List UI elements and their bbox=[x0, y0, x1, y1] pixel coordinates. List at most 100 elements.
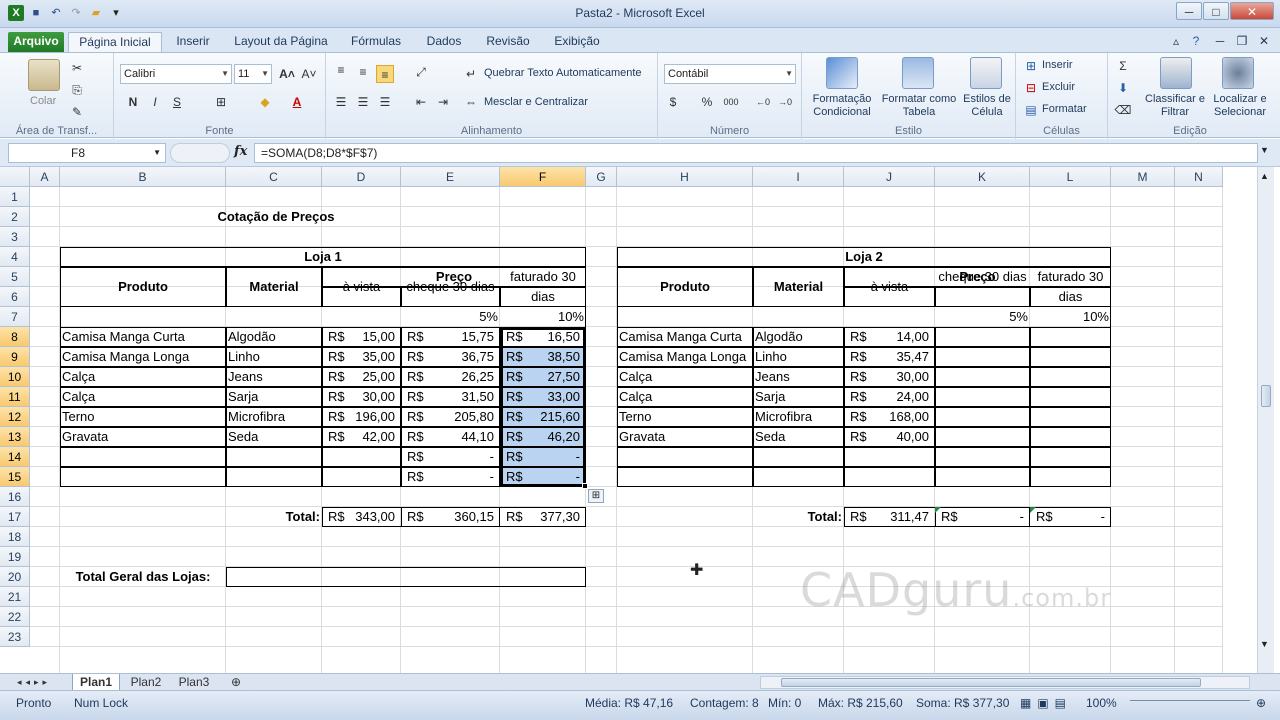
paste-button[interactable]: Colar bbox=[30, 95, 56, 107]
minimize-button[interactable]: ─ bbox=[1176, 2, 1202, 20]
row-header-10[interactable]: 10 bbox=[0, 367, 30, 387]
tab-pagina-inicial[interactable]: Página Inicial bbox=[68, 32, 162, 52]
merge-center-button[interactable]: Mesclar e Centralizar bbox=[484, 96, 588, 108]
currency-format-icon[interactable]: $ bbox=[664, 93, 682, 111]
column-header-a[interactable]: A bbox=[30, 167, 60, 187]
close-button[interactable]: ✕ bbox=[1230, 2, 1274, 20]
row-header-8[interactable]: 8 bbox=[0, 327, 30, 347]
clear-icon[interactable]: ⌫ bbox=[1114, 101, 1132, 119]
sheet-tab-plan2[interactable]: Plan2 bbox=[124, 674, 168, 691]
row-header-17[interactable]: 17 bbox=[0, 507, 30, 527]
row-header-23[interactable]: 23 bbox=[0, 627, 30, 647]
row-header-1[interactable]: 1 bbox=[0, 187, 30, 207]
underline-button[interactable]: S bbox=[168, 93, 186, 111]
decrease-decimal-icon[interactable]: →0 bbox=[776, 93, 794, 111]
align-top-icon[interactable]: ≡ bbox=[332, 61, 350, 79]
expand-formula-icon[interactable]: ▼ bbox=[1260, 145, 1269, 155]
column-header-b[interactable]: B bbox=[60, 167, 226, 187]
row-header-16[interactable]: 16 bbox=[0, 487, 30, 507]
tab-arquivo[interactable]: Arquivo bbox=[8, 32, 64, 52]
font-color-icon[interactable]: A bbox=[288, 93, 306, 111]
paste-icon[interactable] bbox=[28, 59, 60, 91]
format-painter-icon[interactable]: ✎ bbox=[68, 103, 86, 121]
find-select-icon[interactable] bbox=[1222, 57, 1254, 89]
fill-color-icon[interactable]: ◆ bbox=[256, 93, 274, 111]
format-table-icon[interactable] bbox=[902, 57, 934, 89]
increase-indent-icon[interactable]: ⇥ bbox=[434, 93, 452, 111]
row-header-6[interactable]: 6 bbox=[0, 287, 30, 307]
conditional-format-button[interactable]: Formatação Condicional bbox=[808, 93, 876, 119]
insert-cells-icon[interactable]: ⊞ bbox=[1022, 57, 1040, 75]
orientation-icon[interactable]: ⤢ bbox=[412, 63, 430, 81]
doc-minimize-icon[interactable]: ─ bbox=[1210, 32, 1230, 52]
maximize-button[interactable]: □ bbox=[1203, 2, 1229, 20]
font-size-select[interactable]: 11 ▼ bbox=[234, 64, 272, 84]
zoom-in-icon[interactable]: ⊕ bbox=[1256, 696, 1266, 710]
row-header-20[interactable]: 20 bbox=[0, 567, 30, 587]
scroll-down-icon[interactable]: ▼ bbox=[1260, 639, 1269, 649]
column-header-h[interactable]: H bbox=[617, 167, 753, 187]
cut-icon[interactable]: ✂ bbox=[68, 59, 86, 77]
copy-icon[interactable]: ⎘ bbox=[68, 81, 86, 99]
fill-icon[interactable]: ⬇ bbox=[1114, 79, 1132, 97]
bold-button[interactable]: N bbox=[124, 93, 142, 111]
align-right-icon[interactable]: ☰ bbox=[376, 93, 394, 111]
select-all-corner[interactable] bbox=[0, 167, 30, 187]
tab-layout-pagina[interactable]: Layout da Página bbox=[228, 32, 334, 52]
autosum-icon[interactable]: Σ bbox=[1114, 57, 1132, 75]
italic-button[interactable]: I bbox=[146, 93, 164, 111]
tab-exibicao[interactable]: Exibição bbox=[546, 32, 608, 52]
borders-icon[interactable]: ⊞ bbox=[212, 93, 230, 111]
grow-font-icon[interactable]: A˄ bbox=[278, 65, 296, 83]
align-center-icon[interactable]: ☰ bbox=[354, 93, 372, 111]
align-bottom-icon[interactable]: ≡ bbox=[376, 65, 394, 83]
sheet-tab-plan1[interactable]: Plan1 bbox=[72, 674, 120, 691]
help-icon[interactable]: ? bbox=[1186, 32, 1206, 52]
column-header-i[interactable]: I bbox=[753, 167, 844, 187]
formula-input[interactable]: =SOMA(D8;D8*$F$7) bbox=[254, 143, 1258, 163]
row-header-3[interactable]: 3 bbox=[0, 227, 30, 247]
row-header-7[interactable]: 7 bbox=[0, 307, 30, 327]
vertical-scroll-thumb[interactable] bbox=[1261, 385, 1271, 407]
sheet-nav-icon[interactable]: ◂◂▸▸ bbox=[4, 674, 64, 691]
zoom-level[interactable]: 100% bbox=[1086, 696, 1117, 710]
column-header-l[interactable]: L bbox=[1030, 167, 1111, 187]
row-header-22[interactable]: 22 bbox=[0, 607, 30, 627]
conditional-format-icon[interactable] bbox=[826, 57, 858, 89]
column-header-j[interactable]: J bbox=[844, 167, 935, 187]
format-cells-button[interactable]: Formatar bbox=[1042, 103, 1087, 115]
delete-cells-icon[interactable]: ⊟ bbox=[1022, 79, 1040, 97]
horizontal-scroll-thumb[interactable] bbox=[781, 678, 1201, 687]
delete-cells-button[interactable]: Excluir bbox=[1042, 81, 1075, 93]
number-format-select[interactable]: Contábil ▼ bbox=[664, 64, 796, 84]
column-header-c[interactable]: C bbox=[226, 167, 322, 187]
view-buttons-icon[interactable]: ▦▣▤ bbox=[1020, 696, 1072, 710]
sort-filter-button[interactable]: Classificar e Filtrar bbox=[1144, 93, 1206, 119]
font-name-select[interactable]: Calibri ▼ bbox=[120, 64, 232, 84]
column-header-g[interactable]: G bbox=[586, 167, 617, 187]
horizontal-scrollbar[interactable] bbox=[760, 676, 1250, 689]
increase-decimal-icon[interactable]: ←0 bbox=[754, 93, 772, 111]
column-header-m[interactable]: M bbox=[1111, 167, 1175, 187]
column-header-k[interactable]: K bbox=[935, 167, 1030, 187]
column-header-e[interactable]: E bbox=[401, 167, 500, 187]
format-cells-icon[interactable]: ▤ bbox=[1022, 101, 1040, 119]
cell-styles-icon[interactable] bbox=[970, 57, 1002, 89]
column-header-d[interactable]: D bbox=[322, 167, 401, 187]
autofill-options-icon[interactable]: ⊞ bbox=[588, 489, 604, 503]
row-header-5[interactable]: 5 bbox=[0, 267, 30, 287]
align-left-icon[interactable]: ☰ bbox=[332, 93, 350, 111]
insert-sheet-icon[interactable]: ⊕ bbox=[226, 674, 246, 691]
find-select-button[interactable]: Localizar e Selecionar bbox=[1208, 93, 1272, 119]
vertical-scrollbar[interactable]: ▲ ▼ bbox=[1257, 167, 1274, 673]
decrease-indent-icon[interactable]: ⇤ bbox=[412, 93, 430, 111]
insert-function-icon[interactable]: fx bbox=[234, 144, 247, 159]
insert-cells-button[interactable]: Inserir bbox=[1042, 59, 1073, 71]
column-header-n[interactable]: N bbox=[1175, 167, 1223, 187]
tab-inserir[interactable]: Inserir bbox=[166, 32, 220, 52]
zoom-slider[interactable] bbox=[1130, 700, 1250, 712]
cell-styles-button[interactable]: Estilos de Célula bbox=[958, 93, 1016, 119]
format-table-button[interactable]: Formatar como Tabela bbox=[880, 93, 958, 119]
row-header-14[interactable]: 14 bbox=[0, 447, 30, 467]
row-header-11[interactable]: 11 bbox=[0, 387, 30, 407]
